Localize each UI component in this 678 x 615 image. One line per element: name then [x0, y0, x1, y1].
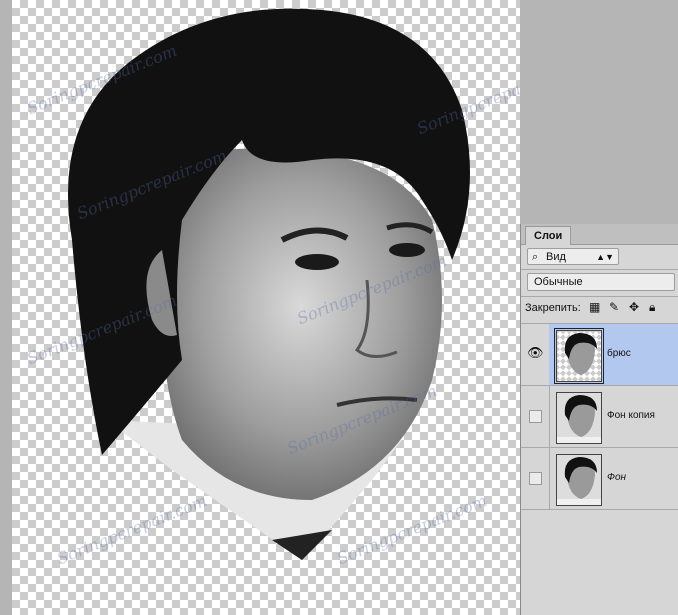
visibility-checkbox[interactable]: [529, 472, 542, 485]
visibility-toggle[interactable]: [521, 386, 550, 447]
layer-thumbnail: [556, 454, 602, 506]
eye-icon: 👁︎: [527, 345, 544, 360]
lock-all-icon[interactable]: 🔒︎: [649, 300, 655, 315]
document-canvas[interactable]: Soringpcrepair.com Soringpcrepair.com So…: [12, 0, 520, 615]
layer-thumbnail: [556, 392, 602, 444]
dropdown-arrow-icon: ▲▼: [596, 252, 614, 262]
panel-tab-strip: Слои: [521, 224, 678, 245]
lock-move-icon[interactable]: ✥: [629, 300, 639, 314]
magnifier-icon: ⌕: [532, 251, 539, 263]
layers-panel: Слои ⌕ Вид ▲▼ Обычные Закрепить: ▦ ✎ ✥ 🔒…: [520, 224, 678, 615]
layer-row-background-copy[interactable]: Фон копия: [521, 386, 678, 448]
layer-row-background[interactable]: Фон: [521, 448, 678, 510]
lock-brush-icon[interactable]: ✎: [609, 300, 619, 314]
filter-row: ⌕ Вид ▲▼: [521, 245, 678, 270]
lock-label: Закрепить:: [525, 302, 581, 314]
layer-row-bruce[interactable]: 👁︎ брюс: [521, 324, 678, 386]
layer-name: Фон: [607, 472, 627, 483]
layer-name: Фон копия: [607, 410, 655, 421]
layer-name: брюс: [607, 348, 631, 359]
lock-row: Закрепить: ▦ ✎ ✥ 🔒︎: [521, 297, 678, 324]
layer-filter-select[interactable]: ⌕ Вид ▲▼: [527, 248, 619, 265]
visibility-toggle[interactable]: 👁︎: [521, 324, 550, 385]
portrait-layer-image: [68, 8, 470, 560]
layer-filter-label: Вид: [546, 251, 566, 263]
layer-thumbnail: [554, 328, 604, 384]
blend-mode-select[interactable]: Обычные: [527, 273, 675, 291]
visibility-toggle[interactable]: [521, 448, 550, 509]
visibility-checkbox[interactable]: [529, 410, 542, 423]
tab-layers[interactable]: Слои: [525, 226, 572, 245]
lock-transparent-icon[interactable]: ▦: [589, 300, 600, 314]
blend-row: Обычные: [521, 270, 678, 297]
